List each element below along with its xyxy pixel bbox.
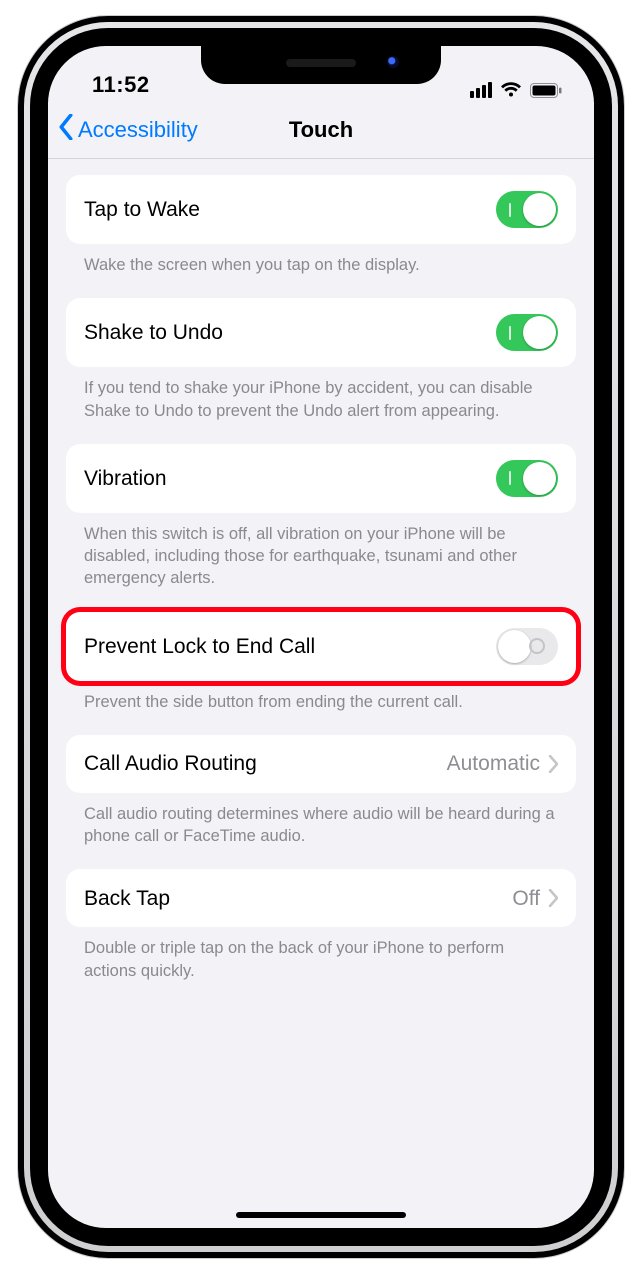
switch-vibration[interactable]: [496, 460, 558, 497]
cell-call-audio-routing[interactable]: Call Audio Routing Automatic: [66, 735, 576, 793]
screen: 11:52: [48, 46, 594, 1228]
earpiece: [286, 59, 356, 67]
chevron-right-icon: [548, 889, 558, 907]
cell-value: Off: [512, 886, 540, 911]
notch: [201, 46, 441, 84]
volume-down-hardware: [4, 380, 18, 464]
cell-tap-to-wake[interactable]: Tap to Wake: [66, 175, 576, 244]
cell-footer: Wake the screen when you tap on the disp…: [66, 244, 576, 276]
cell-footer: Double or triple tap on the back of your…: [66, 927, 576, 982]
cellular-signal-icon: [470, 82, 492, 98]
back-label: Accessibility: [78, 117, 198, 143]
home-indicator[interactable]: [236, 1212, 406, 1218]
cell-label: Vibration: [84, 466, 496, 491]
cell-label: Shake to Undo: [84, 320, 496, 345]
cell-label: Tap to Wake: [84, 197, 496, 222]
phone-frame: 11:52: [18, 16, 624, 1258]
cell-label: Prevent Lock to End Call: [84, 634, 496, 659]
cell-label: Back Tap: [84, 886, 512, 911]
nav-bar: Accessibility Touch: [48, 102, 594, 159]
wifi-icon: [500, 82, 522, 98]
status-time: 11:52: [92, 72, 150, 98]
switch-prevent-lock-end-call[interactable]: [496, 628, 558, 665]
chevron-left-icon: [58, 114, 74, 146]
cell-prevent-lock-end-call[interactable]: Prevent Lock to End Call: [66, 612, 576, 681]
cell-footer: Prevent the side button from ending the …: [66, 681, 576, 713]
cell-label: Call Audio Routing: [84, 751, 447, 776]
cell-back-tap[interactable]: Back Tap Off: [66, 869, 576, 927]
cell-vibration[interactable]: Vibration: [66, 444, 576, 513]
cell-value: Automatic: [447, 751, 540, 776]
cell-footer: If you tend to shake your iPhone by acci…: [66, 367, 576, 422]
switch-tap-to-wake[interactable]: [496, 191, 558, 228]
volume-up-hardware: [4, 280, 18, 364]
settings-list[interactable]: Tap to Wake Wake the screen when you tap…: [48, 175, 594, 1002]
side-button-hardware: [624, 300, 638, 420]
cell-shake-to-undo[interactable]: Shake to Undo: [66, 298, 576, 367]
back-button[interactable]: Accessibility: [58, 114, 198, 146]
mute-switch-hardware: [4, 200, 18, 246]
cell-footer: Call audio routing determines where audi…: [66, 793, 576, 848]
front-camera: [387, 56, 399, 68]
battery-icon: [530, 83, 562, 98]
switch-shake-to-undo[interactable]: [496, 314, 558, 351]
chevron-right-icon: [548, 755, 558, 773]
cell-footer: When this switch is off, all vibration o…: [66, 513, 576, 590]
